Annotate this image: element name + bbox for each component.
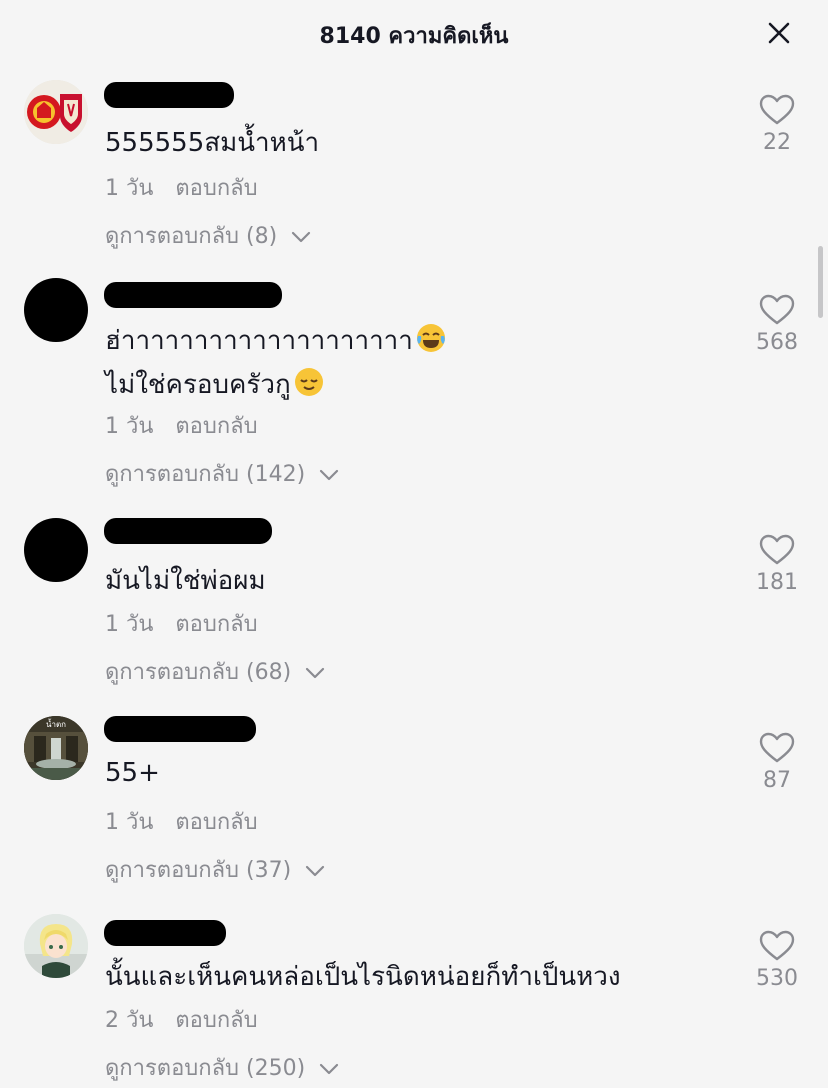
view-replies-label: ดูการตอบกลับ (68) bbox=[105, 660, 292, 685]
comment-time: 1 วัน bbox=[105, 414, 154, 439]
like-button[interactable]: 530 bbox=[754, 930, 800, 991]
heart-outline-icon bbox=[759, 732, 795, 763]
username-redacted[interactable] bbox=[104, 716, 256, 742]
chevron-down-icon bbox=[320, 469, 339, 481]
like-count: 530 bbox=[756, 966, 798, 991]
username-redacted[interactable] bbox=[104, 518, 272, 544]
view-replies-label: ดูการตอบกลับ (37) bbox=[105, 858, 292, 883]
view-replies-button[interactable]: ดูการตอบกลับ (250) bbox=[105, 1050, 340, 1085]
avatar[interactable]: น้ำตก bbox=[24, 716, 88, 780]
chevron-down-icon bbox=[306, 865, 325, 877]
like-count: 22 bbox=[763, 130, 791, 155]
comment-meta: 1 วัน ตอบกลับ bbox=[105, 408, 258, 443]
scrollbar[interactable] bbox=[818, 246, 823, 318]
heart-outline-icon bbox=[759, 294, 795, 325]
comment-meta: 1 วัน ตอบกลับ bbox=[105, 170, 258, 205]
comment-text: 555555สมน้ำหน้า bbox=[105, 128, 320, 158]
like-count: 87 bbox=[763, 768, 791, 793]
view-replies-button[interactable]: ดูการตอบกลับ (8) bbox=[105, 218, 312, 253]
comment-meta: 1 วัน ตอบกลับ bbox=[105, 606, 258, 641]
reply-button[interactable]: ตอบกลับ bbox=[175, 612, 257, 637]
like-button[interactable]: 22 bbox=[754, 94, 800, 155]
view-replies-button[interactable]: ดูการตอบกลับ (37) bbox=[105, 852, 326, 887]
view-replies-label: ดูการตอบกลับ (8) bbox=[105, 224, 278, 249]
like-count: 181 bbox=[756, 570, 798, 595]
comment-meta: 1 วัน ตอบกลับ bbox=[105, 804, 258, 839]
heart-outline-icon bbox=[759, 930, 795, 961]
heart-outline-icon bbox=[759, 534, 795, 565]
comments-count-title: 8140 ความคิดเห็น bbox=[319, 24, 509, 49]
comment-time: 2 วัน bbox=[105, 1008, 154, 1033]
view-replies-label: ดูการตอบกลับ (142) bbox=[105, 462, 306, 487]
like-button[interactable]: 87 bbox=[754, 732, 800, 793]
reply-button[interactable]: ตอบกลับ bbox=[175, 176, 257, 201]
like-button[interactable]: 568 bbox=[754, 294, 800, 355]
chevron-down-icon bbox=[306, 667, 325, 679]
comment-text-line: ไม่ใช่ครอบครัวกู bbox=[105, 370, 291, 400]
view-replies-label: ดูการตอบกลับ (250) bbox=[105, 1056, 306, 1081]
avatar-caption: น้ำตก bbox=[46, 718, 66, 729]
like-count: 568 bbox=[756, 330, 798, 355]
comment-time: 1 วัน bbox=[105, 612, 154, 637]
comment-text-line: ฮ่าาาาาาาาาาาาาาาาาาาา bbox=[105, 326, 413, 356]
close-button[interactable] bbox=[766, 20, 792, 46]
face-with-tears-of-joy-icon bbox=[416, 324, 445, 352]
comment-text: ไม่ใช่ครอบครัวกู bbox=[105, 364, 325, 405]
avatar[interactable] bbox=[24, 80, 88, 144]
avatar[interactable] bbox=[24, 278, 88, 342]
avatar[interactable] bbox=[24, 518, 88, 582]
username-redacted[interactable] bbox=[104, 920, 226, 946]
comment-text: 55+ bbox=[105, 758, 160, 788]
reply-button[interactable]: ตอบกลับ bbox=[175, 810, 257, 835]
username-redacted[interactable] bbox=[104, 282, 282, 308]
chevron-down-icon bbox=[292, 231, 311, 243]
comments-header: 8140 ความคิดเห็น bbox=[0, 0, 828, 68]
comment-text: นั้นและเห็นคนหล่อเป็นไรนิดหน่อยก็ทำเป็นห… bbox=[105, 962, 621, 992]
avatar[interactable] bbox=[24, 914, 88, 978]
comment-text: มันไม่ใช่พ่อผม bbox=[105, 566, 266, 596]
reply-button[interactable]: ตอบกลับ bbox=[175, 1008, 257, 1033]
comment-text: ฮ่าาาาาาาาาาาาาาาาาาาา bbox=[105, 320, 447, 361]
view-replies-button[interactable]: ดูการตอบกลับ (142) bbox=[105, 456, 340, 491]
anime-character-avatar-image bbox=[24, 914, 88, 978]
chevron-down-icon bbox=[320, 1063, 339, 1075]
close-icon bbox=[768, 22, 790, 44]
like-button[interactable]: 181 bbox=[754, 534, 800, 595]
club-crest-avatar-image bbox=[24, 80, 88, 144]
reply-button[interactable]: ตอบกลับ bbox=[175, 414, 257, 439]
relieved-face-icon bbox=[294, 368, 323, 396]
comment-time: 1 วัน bbox=[105, 176, 154, 201]
heart-outline-icon bbox=[759, 94, 795, 125]
comment-meta: 2 วัน ตอบกลับ bbox=[105, 1002, 258, 1037]
comment-time: 1 วัน bbox=[105, 810, 154, 835]
waterfall-avatar-image: น้ำตก bbox=[24, 716, 88, 780]
view-replies-button[interactable]: ดูการตอบกลับ (68) bbox=[105, 654, 326, 689]
username-redacted[interactable] bbox=[104, 82, 234, 108]
